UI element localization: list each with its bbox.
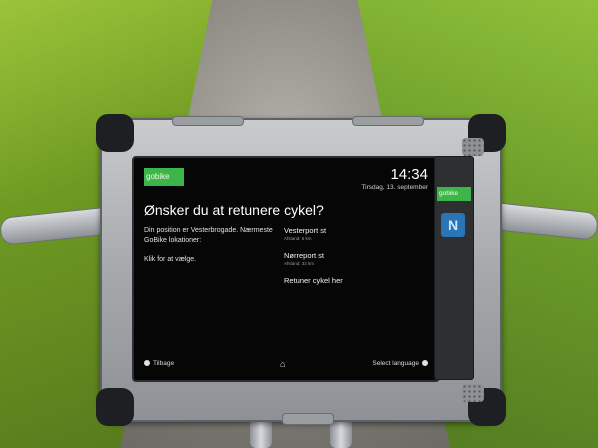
location-name: Nørreport st: [284, 251, 325, 260]
hardware-button-right[interactable]: [352, 116, 424, 126]
bottom-port: [282, 413, 334, 425]
language-icon: [422, 360, 428, 367]
bumper-top-left: [96, 114, 134, 152]
side-panel: gobike N: [434, 156, 474, 380]
speaker-grille-top: [462, 138, 484, 156]
clock-date: Tirsdag, 13. september: [361, 184, 428, 191]
location-distance: Afstand: 5 km: [284, 236, 312, 241]
gobike-logo: gobike: [144, 168, 184, 186]
home-icon[interactable]: ⌂: [280, 359, 285, 369]
position-text: Din position er Vesterbrogade. Nærmeste …: [144, 227, 273, 244]
speaker-grille-bottom: [462, 384, 484, 402]
back-label: Tilbage: [153, 360, 175, 367]
touch-screen: gobike 14:34 Tirsdag, 13. september Ønsk…: [132, 156, 440, 382]
location-item-vesterport[interactable]: Vesterport st Afstand: 5 km: [284, 226, 424, 241]
instruction-text: Klik for at vælge.: [144, 256, 197, 263]
select-language-button[interactable]: Select language: [372, 360, 428, 367]
return-bike-here-button[interactable]: Retuner cykel her: [284, 276, 424, 285]
location-item-norreport[interactable]: Nørreport st Afstand: 32 km: [284, 251, 424, 266]
footer-bar: Tilbage ⌂ Select language: [144, 359, 428, 372]
location-list: Vesterport st Afstand: 5 km Nørreport st…: [284, 226, 424, 285]
location-name: Vesterport st: [284, 226, 327, 235]
page-title: Ønsker du at retunere cykel?: [144, 202, 324, 218]
clock-time: 14:34: [390, 166, 428, 183]
back-icon: [144, 360, 150, 367]
bumper-bottom-left: [96, 388, 134, 426]
location-distance: Afstand: 32 km: [284, 261, 315, 266]
gobike-side-logo: gobike: [437, 187, 471, 201]
hardware-button-left[interactable]: [172, 116, 244, 126]
bike-tablet: gobike 14:34 Tirsdag, 13. september Ønsk…: [96, 114, 506, 426]
language-label: Select language: [372, 360, 419, 367]
nfc-icon: N: [441, 213, 465, 237]
back-button[interactable]: Tilbage: [144, 360, 174, 367]
